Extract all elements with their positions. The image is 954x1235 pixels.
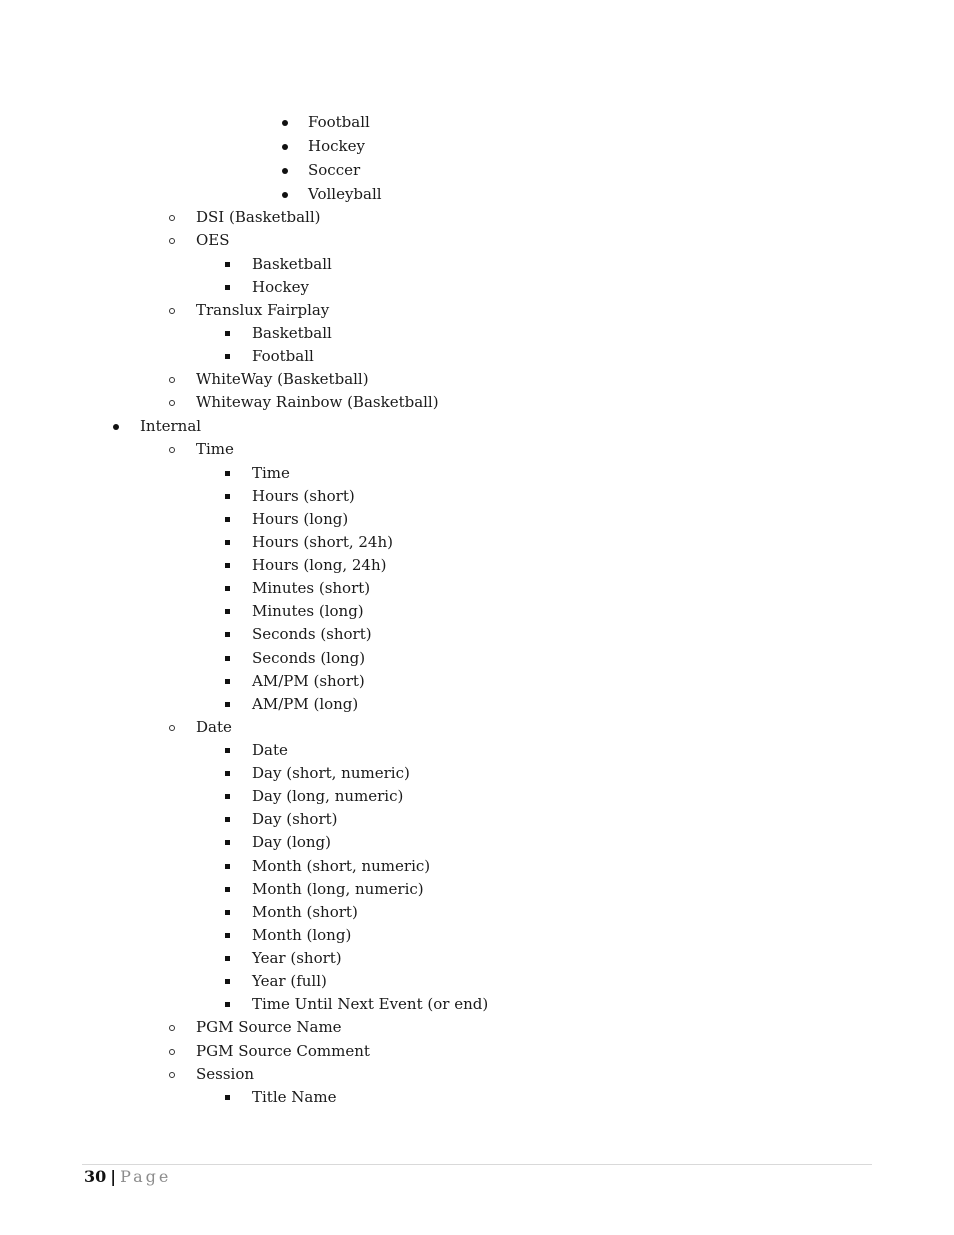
- square-bullet-icon: [225, 262, 230, 267]
- square-bullet-icon: [225, 771, 230, 776]
- list-item-text: Hockey: [252, 278, 309, 296]
- list-item-text: Hockey: [308, 137, 365, 155]
- square-bullet-icon: [225, 794, 230, 799]
- list-item-text: Title Name: [252, 1088, 337, 1106]
- square-bullet-icon: [225, 840, 230, 845]
- list-item-text: Minutes (short): [252, 579, 371, 597]
- square-bullet-icon: [225, 748, 230, 753]
- square-bullet-icon: [225, 331, 230, 336]
- square-bullet-icon: [225, 1095, 230, 1100]
- square-bullet-icon: [225, 933, 230, 938]
- square-bullet-icon: [225, 632, 230, 637]
- disc-bullet-icon: [282, 168, 288, 174]
- list-item-text: Internal: [140, 417, 202, 435]
- square-bullet-icon: [225, 887, 230, 892]
- disc-bullet-icon: [282, 120, 288, 126]
- footer-separator: |: [110, 1167, 117, 1186]
- square-bullet-icon: [225, 910, 230, 915]
- list-item-text: Month (long, numeric): [252, 880, 424, 898]
- list-item-text: PGM Source Name: [196, 1018, 342, 1036]
- circle-bullet-icon: [169, 1072, 175, 1078]
- page-label: Page: [120, 1167, 172, 1186]
- page-number: 30: [84, 1167, 107, 1186]
- list-item-text: Translux Fairplay: [196, 301, 330, 319]
- list-item-text: Hours (long): [252, 510, 349, 528]
- circle-bullet-icon: [169, 377, 175, 383]
- square-bullet-icon: [225, 864, 230, 869]
- list-item-text: PGM Source Comment: [196, 1042, 370, 1060]
- square-bullet-icon: [225, 494, 230, 499]
- footer-divider: [82, 1164, 872, 1165]
- list-item-text: AM/PM (long): [252, 695, 359, 713]
- list-item-text: AM/PM (short): [252, 672, 365, 690]
- disc-bullet-icon: [282, 144, 288, 150]
- square-bullet-icon: [225, 517, 230, 522]
- list-item-text: Day (short, numeric): [252, 764, 410, 782]
- list-item-text: Hours (short): [252, 487, 355, 505]
- list-item-text: WhiteWay (Basketball): [196, 370, 369, 388]
- list-item-text: Time Until Next Event (or end): [252, 995, 489, 1013]
- list-item-text: OES: [196, 231, 230, 249]
- list-item-text: Day (long, numeric): [252, 787, 404, 805]
- list-item-text: Minutes (long): [252, 602, 364, 620]
- square-bullet-icon: [225, 354, 230, 359]
- square-bullet-icon: [225, 979, 230, 984]
- list-item-text: Seconds (short): [252, 625, 372, 643]
- disc-bullet-icon: [113, 424, 119, 430]
- square-bullet-icon: [225, 702, 230, 707]
- square-bullet-icon: [225, 609, 230, 614]
- list-item-text: Time: [196, 440, 234, 458]
- list-item-text: Football: [252, 347, 314, 365]
- list-item-text: Session: [196, 1065, 255, 1083]
- list-item-text: Hours (short, 24h): [252, 533, 393, 551]
- list-item-text: Year (full): [252, 972, 327, 990]
- square-bullet-icon: [225, 956, 230, 961]
- circle-bullet-icon: [169, 215, 175, 221]
- list-item-text: Seconds (long): [252, 649, 366, 667]
- square-bullet-icon: [225, 563, 230, 568]
- circle-bullet-icon: [169, 1049, 175, 1055]
- circle-bullet-icon: [169, 725, 175, 731]
- list-item-text: Month (long): [252, 926, 352, 944]
- circle-bullet-icon: [169, 238, 175, 244]
- square-bullet-icon: [225, 471, 230, 476]
- list-item-text: Date: [196, 718, 232, 736]
- square-bullet-icon: [225, 285, 230, 290]
- list-item-text: Time: [252, 464, 290, 482]
- square-bullet-icon: [225, 1002, 230, 1007]
- circle-bullet-icon: [169, 447, 175, 453]
- square-bullet-icon: [225, 817, 230, 822]
- list-item-text: Volleyball: [308, 185, 382, 203]
- list-item-text: Whiteway Rainbow (Basketball): [196, 393, 439, 411]
- list-item-text: Basketball: [252, 324, 332, 342]
- list-item-text: Year (short): [252, 949, 342, 967]
- list-item-text: Soccer: [308, 161, 361, 179]
- square-bullet-icon: [225, 679, 230, 684]
- disc-bullet-icon: [282, 192, 288, 198]
- square-bullet-icon: [225, 656, 230, 661]
- square-bullet-icon: [225, 586, 230, 591]
- list-item-text: Hours (long, 24h): [252, 556, 387, 574]
- list-item-text: Basketball: [252, 255, 332, 273]
- list-item-text: Date: [252, 741, 288, 759]
- square-bullet-icon: [225, 540, 230, 545]
- list-item-text: Day (short): [252, 810, 338, 828]
- list-item-text: Day (long): [252, 833, 332, 851]
- circle-bullet-icon: [169, 1025, 175, 1031]
- list-item-text: Month (short, numeric): [252, 857, 431, 875]
- list-item-text: Football: [308, 113, 370, 131]
- list-item-text: DSI (Basketball): [196, 208, 321, 226]
- circle-bullet-icon: [169, 308, 175, 314]
- circle-bullet-icon: [169, 400, 175, 406]
- list-item-text: Month (short): [252, 903, 358, 921]
- page-footer: 30 | Page: [84, 1167, 171, 1187]
